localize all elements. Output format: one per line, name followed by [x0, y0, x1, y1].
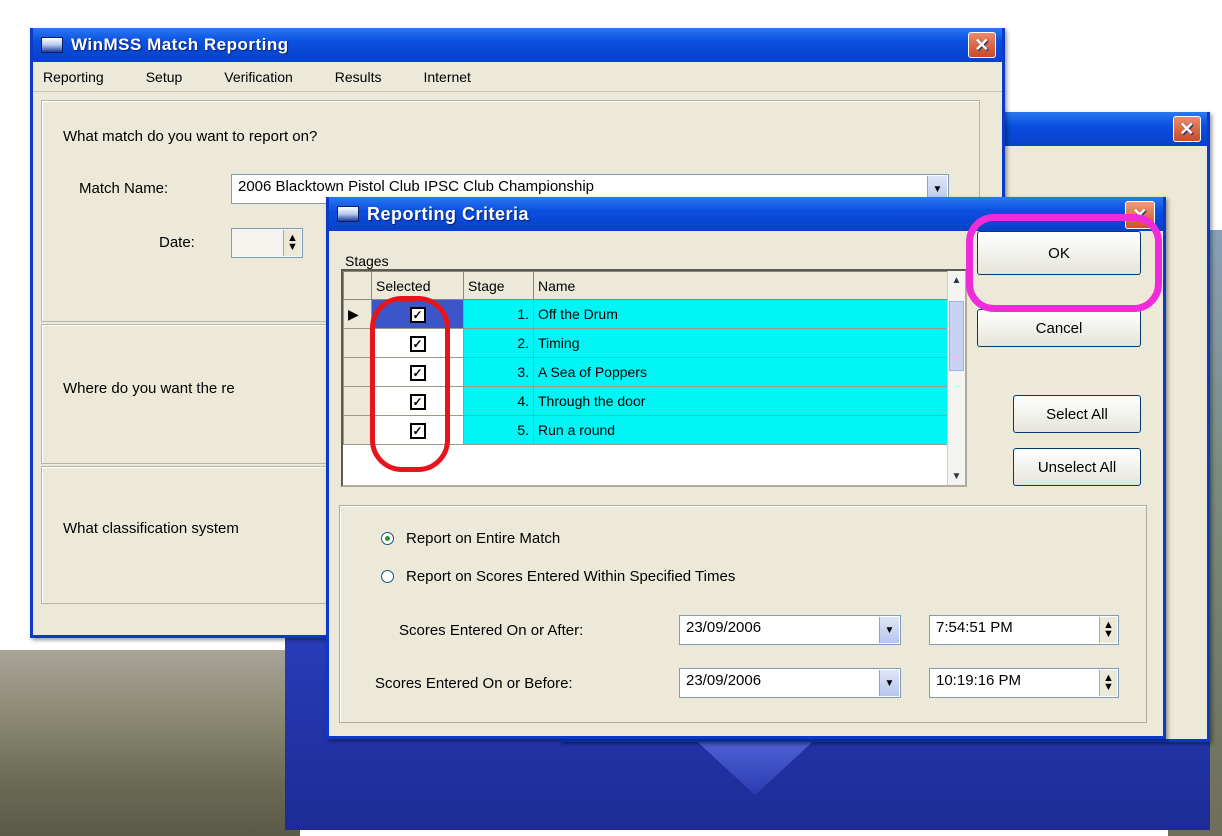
after-time-picker[interactable]: 7:54:51 PM ▲ ▼: [929, 615, 1119, 645]
radio-unselected-icon[interactable]: [381, 570, 394, 583]
after-time-value: 7:54:51 PM: [936, 619, 1013, 636]
pink-highlight-annotation: [966, 214, 1162, 312]
unselect-all-button[interactable]: Unselect All: [1013, 448, 1141, 486]
menu-setup[interactable]: Setup: [146, 66, 183, 91]
output-question: Where do you want the re: [63, 380, 235, 397]
column-header-stage[interactable]: Stage: [463, 271, 534, 300]
select-all-button[interactable]: Select All: [1013, 395, 1141, 433]
chevron-down-icon[interactable]: ▼: [879, 670, 899, 696]
menu-verification[interactable]: Verification: [224, 66, 292, 91]
stage-cell: 2.: [463, 328, 534, 358]
after-date-picker[interactable]: 23/09/2006 ▼: [679, 615, 901, 645]
current-row-arrow-icon: ▶: [343, 299, 372, 329]
app-icon: [337, 206, 359, 222]
close-icon[interactable]: ✕: [968, 32, 996, 58]
row-header: [343, 357, 372, 387]
name-cell: Off the Drum: [533, 299, 949, 329]
table-header-row: Selected Stage Name: [343, 271, 949, 300]
before-time-picker[interactable]: 10:19:16 PM ▲ ▼: [929, 668, 1119, 698]
row-header: [343, 386, 372, 416]
radio-entire-match[interactable]: Report on Entire Match: [381, 530, 560, 547]
row-header-corner: [343, 271, 372, 300]
column-header-name[interactable]: Name: [533, 271, 949, 300]
radio-entire-label: Report on Entire Match: [406, 530, 561, 547]
row-header: [343, 415, 372, 445]
stages-label: Stages: [345, 253, 389, 269]
after-label: Scores Entered On or After:: [399, 622, 584, 639]
date-label: Date:: [159, 234, 195, 251]
before-label: Scores Entered On or Before:: [375, 675, 573, 692]
main-window-titlebar: WinMSS Match Reporting ✕: [33, 28, 1002, 62]
scrollbar-thumb[interactable]: [949, 301, 964, 371]
stage-cell: 1.: [463, 299, 534, 329]
menu-results[interactable]: Results: [335, 66, 382, 91]
name-cell: A Sea of Poppers: [533, 357, 949, 387]
vertical-scrollbar[interactable]: ▲ ▼: [947, 271, 965, 485]
chevron-down-icon[interactable]: ▼: [879, 617, 899, 643]
spinner-icon[interactable]: ▲ ▼: [1099, 670, 1117, 696]
before-date-picker[interactable]: 23/09/2006 ▼: [679, 668, 901, 698]
menu-reporting[interactable]: Reporting: [43, 66, 104, 91]
radio-selected-icon[interactable]: [381, 532, 394, 545]
classification-question: What classification system: [63, 520, 239, 537]
cancel-button[interactable]: Cancel: [977, 309, 1141, 347]
match-question: What match do you want to report on?: [63, 128, 318, 145]
red-highlight-annotation: [370, 296, 450, 472]
stage-cell: 5.: [463, 415, 534, 445]
main-window-title: WinMSS Match Reporting: [71, 35, 289, 54]
scroll-up-icon[interactable]: ▲: [948, 271, 965, 289]
spinner-icon[interactable]: ▲ ▼: [1099, 617, 1117, 643]
app-icon: [41, 37, 63, 53]
before-date-value: 23/09/2006: [686, 672, 762, 689]
after-date-value: 23/09/2006: [686, 619, 762, 636]
match-name-value: 2006 Blacktown Pistol Club IPSC Club Cha…: [238, 178, 595, 195]
stage-cell: 4.: [463, 386, 534, 416]
radio-specified-times[interactable]: Report on Scores Entered Within Specifie…: [381, 568, 735, 585]
name-cell: Run a round: [533, 415, 949, 445]
dialog-title: Reporting Criteria: [367, 203, 530, 224]
spinner-icon[interactable]: ▲ ▼: [283, 230, 301, 256]
menu-bar: Reporting Setup Verification Results Int…: [33, 62, 1002, 92]
desktop-background-left: [0, 650, 300, 836]
name-cell: Through the door: [533, 386, 949, 416]
radio-times-label: Report on Scores Entered Within Specifie…: [406, 568, 736, 585]
close-icon[interactable]: ✕: [1173, 116, 1201, 142]
name-cell: Timing: [533, 328, 949, 358]
scroll-down-icon[interactable]: ▼: [948, 467, 965, 485]
match-name-label: Match Name:: [79, 180, 169, 197]
menu-internet[interactable]: Internet: [423, 66, 470, 91]
before-time-value: 10:19:16 PM: [936, 672, 1022, 689]
stage-cell: 3.: [463, 357, 534, 387]
date-spinner[interactable]: ▲ ▼: [231, 228, 303, 258]
row-header: [343, 328, 372, 358]
